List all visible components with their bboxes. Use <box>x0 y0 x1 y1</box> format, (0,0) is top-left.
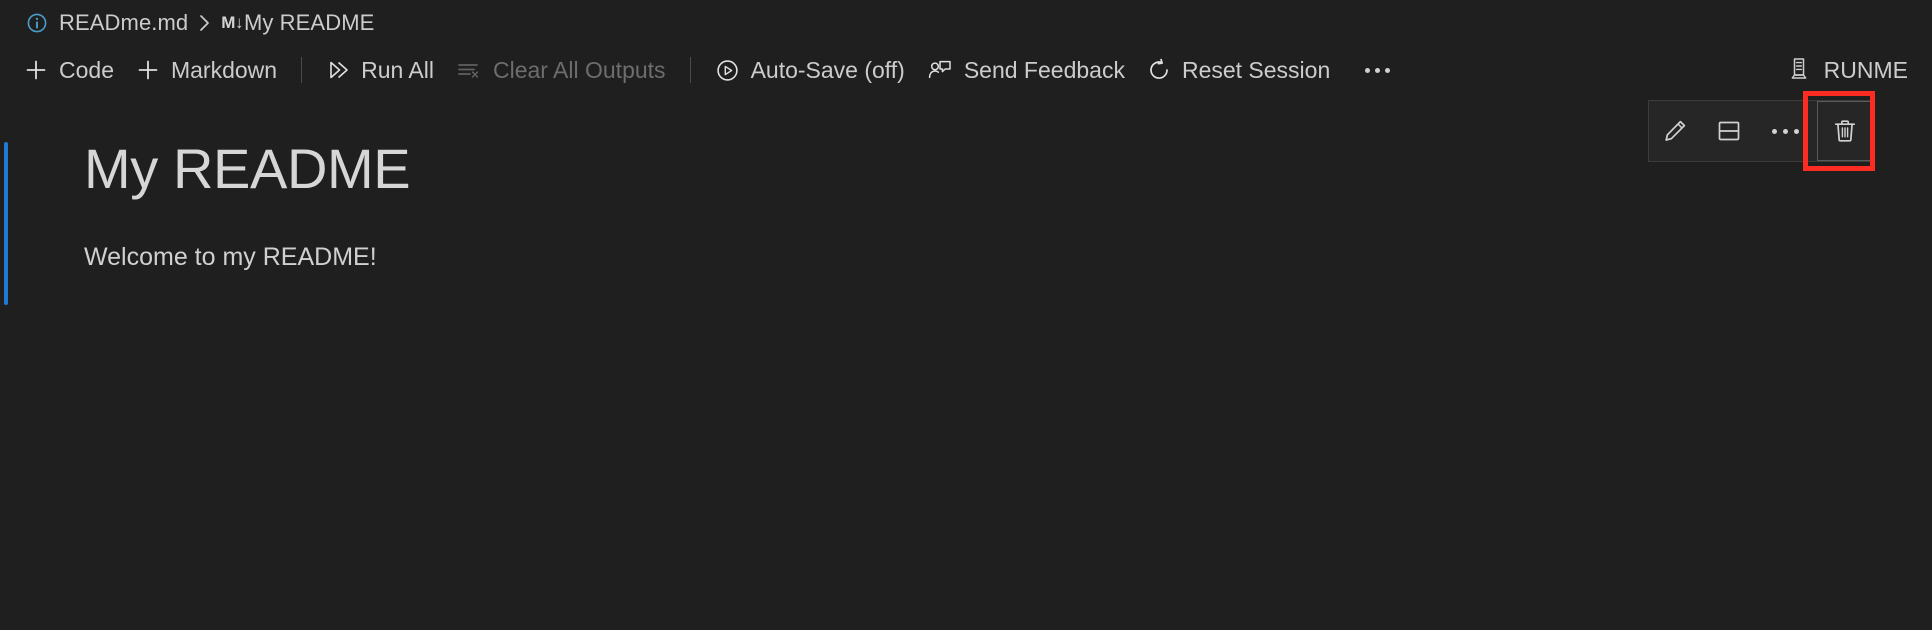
breadcrumb: READme.md M ↓ My README <box>0 0 1932 45</box>
auto-save-button[interactable]: Auto-Save (off) <box>707 53 913 87</box>
add-markdown-cell-label: Markdown <box>170 56 278 83</box>
delete-cell-button[interactable] <box>1817 101 1873 161</box>
send-feedback-label: Send Feedback <box>963 56 1125 83</box>
clear-outputs-icon <box>456 58 482 82</box>
kernel-label: RUNME <box>1823 56 1908 83</box>
add-code-cell-label: Code <box>59 56 114 83</box>
breadcrumb-item-file[interactable]: READme.md <box>26 0 188 45</box>
kernel-selector-button[interactable]: RUNME <box>1776 53 1918 87</box>
play-circle-icon <box>715 58 740 83</box>
info-icon <box>26 12 48 34</box>
toolbar-overflow-button[interactable] <box>1356 53 1398 87</box>
toolbar-divider-2 <box>689 57 691 83</box>
feedback-icon <box>927 58 953 82</box>
reset-session-button[interactable]: Reset Session <box>1139 53 1338 87</box>
reset-session-label: Reset Session <box>1181 56 1331 83</box>
refresh-icon <box>1147 58 1171 82</box>
add-code-cell-button[interactable]: Code <box>16 53 122 87</box>
send-feedback-button[interactable]: Send Feedback <box>919 53 1133 87</box>
markdown-cell[interactable]: My README Welcome to my README! <box>0 118 1932 630</box>
breadcrumb-chevron-icon <box>198 13 211 33</box>
markdown-icon: M ↓ <box>221 13 243 33</box>
markdown-icon-arrow: ↓ <box>234 12 244 32</box>
ellipsis-dot <box>1771 128 1777 134</box>
markdown-icon-letter: M <box>221 12 235 32</box>
ellipsis-dot <box>1782 128 1788 134</box>
notebook-toolbar: Code Markdown Run All Clear All Outputs … <box>0 45 1932 95</box>
cell-more-button[interactable] <box>1757 101 1813 161</box>
auto-save-label: Auto-Save (off) <box>750 56 905 83</box>
toolbar-divider-1 <box>301 57 303 83</box>
breadcrumb-file-label: READme.md <box>59 9 189 35</box>
plus-icon <box>24 58 48 82</box>
plus-icon <box>136 58 160 82</box>
run-all-label: Run All <box>361 56 434 83</box>
breadcrumb-heading-label: My README <box>243 9 375 35</box>
trash-icon <box>1834 120 1856 142</box>
markdown-paragraph: Welcome to my README! <box>84 243 377 271</box>
ellipsis-dot <box>1374 67 1380 73</box>
breadcrumb-item-heading[interactable]: M ↓ My README <box>221 0 374 45</box>
pencil-icon <box>1665 120 1686 141</box>
split-cell-icon <box>1718 121 1740 141</box>
server-icon <box>1786 55 1812 86</box>
clear-all-outputs-label: Clear All Outputs <box>492 56 666 83</box>
cell-focus-indicator <box>4 142 8 305</box>
split-cell-button[interactable] <box>1701 101 1757 161</box>
ellipsis-dot <box>1364 67 1370 73</box>
ellipsis-dot <box>1384 67 1390 73</box>
edit-cell-button[interactable] <box>1649 101 1701 161</box>
add-markdown-cell-button[interactable]: Markdown <box>128 53 285 87</box>
run-all-button[interactable]: Run All <box>318 53 442 87</box>
cell-action-toolbar <box>1648 100 1874 162</box>
ellipsis-dot <box>1793 128 1799 134</box>
run-all-icon <box>326 58 350 82</box>
notebook-editor: READme.md M ↓ My README Code Markdown Ru… <box>0 0 1932 630</box>
clear-all-outputs-button: Clear All Outputs <box>448 53 674 87</box>
